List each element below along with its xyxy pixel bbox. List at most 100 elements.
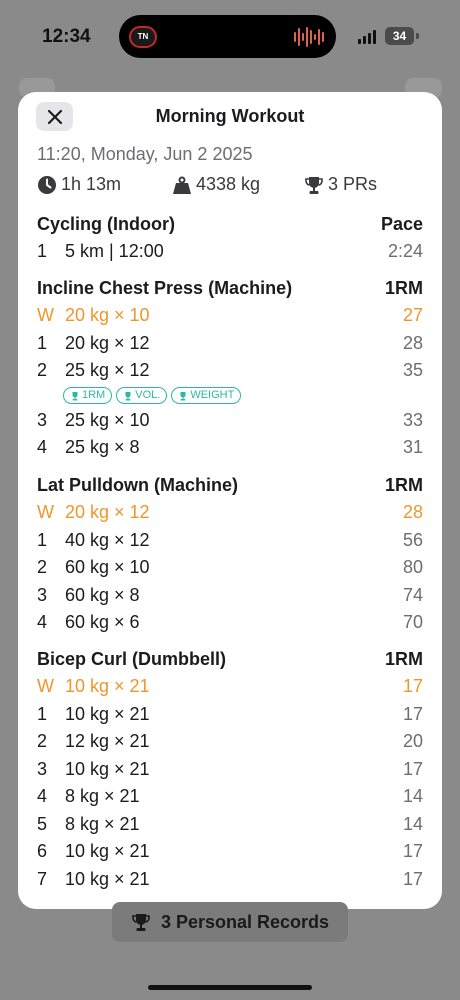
set-metric: 35 bbox=[402, 360, 423, 381]
set-metric: 17 bbox=[402, 703, 423, 724]
exercise-header: Bicep Curl (Dumbbell) 1RM bbox=[37, 646, 423, 673]
set-metric: 28 bbox=[402, 502, 423, 523]
set-row: 2 12 kg × 21 20 bbox=[37, 728, 423, 756]
stat-duration: 1h 13m bbox=[37, 174, 121, 195]
set-metric: 33 bbox=[402, 409, 423, 430]
exercise-name: Bicep Curl (Dumbbell) bbox=[37, 649, 227, 669]
set-description: 25 kg × 12 bbox=[65, 360, 150, 381]
set-metric: 80 bbox=[402, 557, 423, 578]
workout-datetime: 11:20, Monday, Jun 2 2025 bbox=[37, 144, 253, 164]
set-metric: 17 bbox=[402, 676, 423, 697]
set-description: 40 kg × 12 bbox=[65, 529, 150, 550]
set-row: 2 25 kg × 12 35 bbox=[37, 357, 423, 385]
set-description: 10 kg × 21 bbox=[65, 676, 150, 697]
audio-waveform-icon bbox=[294, 26, 324, 48]
set-number: 2 bbox=[37, 731, 48, 752]
exercise-metric-label: Pace bbox=[380, 214, 423, 234]
exercise-header: Incline Chest Press (Machine) 1RM bbox=[37, 275, 423, 302]
set-number: 3 bbox=[37, 584, 48, 605]
set-metric: 70 bbox=[402, 612, 423, 633]
set-number: W bbox=[37, 676, 54, 697]
set-description: 8 kg × 21 bbox=[65, 786, 140, 807]
battery-tip bbox=[416, 33, 419, 39]
exercise-header: Lat Pulldown (Machine) 1RM bbox=[37, 472, 423, 499]
stat-duration-value: 1h 13m bbox=[61, 174, 122, 194]
set-number: 5 bbox=[37, 813, 48, 834]
set-number: 4 bbox=[37, 786, 48, 807]
set-description: 60 kg × 6 bbox=[65, 612, 140, 633]
set-row: 6 10 kg × 21 17 bbox=[37, 838, 423, 866]
set-number: 3 bbox=[37, 758, 48, 779]
home-indicator[interactable] bbox=[148, 985, 312, 990]
status-bar: 12:34 TN 34 bbox=[0, 0, 460, 74]
exercise-metric-label: 1RM bbox=[384, 475, 423, 495]
set-metric: 27 bbox=[402, 305, 423, 326]
set-metric: 31 bbox=[402, 437, 423, 458]
modal-title: Morning Workout bbox=[155, 106, 305, 126]
exercise-metric-label: 1RM bbox=[384, 278, 423, 298]
set-metric: 2:24 bbox=[387, 241, 423, 262]
set-row: 4 25 kg × 8 31 bbox=[37, 434, 423, 462]
exercise-block: Incline Chest Press (Machine) 1RM W 20 k… bbox=[37, 275, 423, 462]
set-metric: 74 bbox=[402, 584, 423, 605]
warmup-set-row: W 20 kg × 12 28 bbox=[37, 499, 423, 527]
set-metric: 28 bbox=[402, 332, 423, 353]
set-metric: 56 bbox=[402, 529, 423, 550]
set-number: 6 bbox=[37, 841, 48, 862]
stat-prs-value: 3 PRs bbox=[328, 174, 378, 194]
set-row: 4 8 kg × 21 14 bbox=[37, 783, 423, 811]
set-row: 3 60 kg × 8 74 bbox=[37, 582, 423, 610]
set-row: 5 8 kg × 21 14 bbox=[37, 811, 423, 839]
trophy-icon bbox=[180, 391, 186, 400]
exercise-name: Cycling (Indoor) bbox=[37, 214, 175, 234]
exercise-name: Incline Chest Press (Machine) bbox=[37, 278, 293, 298]
close-button[interactable] bbox=[36, 102, 73, 131]
set-number: 4 bbox=[37, 437, 48, 458]
set-row: 2 60 kg × 10 80 bbox=[37, 554, 423, 582]
set-description: 8 kg × 21 bbox=[65, 813, 140, 834]
pr-badge-weight: WEIGHT bbox=[171, 387, 242, 404]
set-description: 10 kg × 21 bbox=[65, 868, 150, 889]
pr-badge-1rm: 1RM bbox=[63, 387, 113, 404]
set-description: 12 kg × 21 bbox=[65, 731, 150, 752]
set-row: 3 25 kg × 10 33 bbox=[37, 407, 423, 435]
set-description: 20 kg × 12 bbox=[65, 332, 150, 353]
exercise-block: Cycling (Indoor) Pace 1 5 km | 12:00 2:2… bbox=[37, 211, 423, 266]
pr-badge-label: VOL. bbox=[135, 389, 161, 401]
set-row: 4 60 kg × 6 70 bbox=[37, 609, 423, 637]
set-number: 1 bbox=[37, 529, 48, 550]
set-number: 1 bbox=[37, 241, 48, 262]
battery-icon: 34 bbox=[385, 27, 414, 45]
set-row: 1 10 kg × 21 17 bbox=[37, 701, 423, 729]
set-number: 2 bbox=[37, 557, 48, 578]
exercise-metric-label: 1RM bbox=[384, 649, 423, 669]
set-number: W bbox=[37, 502, 54, 523]
stat-volume-value: 4338 kg bbox=[196, 174, 261, 194]
exercise-header: Cycling (Indoor) Pace bbox=[37, 211, 423, 238]
stat-prs: 3 PRs bbox=[304, 174, 377, 195]
set-number: 1 bbox=[37, 703, 48, 724]
workout-summary-card: Morning Workout 11:20, Monday, Jun 2 202… bbox=[18, 92, 442, 909]
set-number: 2 bbox=[37, 360, 48, 381]
close-icon bbox=[47, 109, 62, 124]
set-row: 3 10 kg × 21 17 bbox=[37, 756, 423, 784]
warmup-set-row: W 10 kg × 21 17 bbox=[37, 673, 423, 701]
pr-badge-label: 1RM bbox=[82, 389, 106, 401]
trophy-icon bbox=[72, 391, 78, 400]
stat-volume: 4338 kg bbox=[172, 174, 260, 195]
status-time: 12:34 bbox=[42, 26, 91, 47]
set-metric: 14 bbox=[402, 813, 423, 834]
pr-badge-label: WEIGHT bbox=[190, 389, 235, 401]
cellular-signal-icon bbox=[358, 30, 376, 44]
trophy-icon bbox=[125, 391, 131, 400]
personal-records-label: 3 Personal Records bbox=[160, 911, 330, 932]
workout-stats: 1h 13m 4338 kg 3 PRs bbox=[37, 174, 427, 196]
set-number: 3 bbox=[37, 409, 48, 430]
personal-records-button[interactable]: 3 Personal Records bbox=[112, 902, 348, 942]
set-description: 5 km | 12:00 bbox=[65, 241, 164, 262]
warmup-set-row: W 20 kg × 10 27 bbox=[37, 302, 423, 330]
set-number: 7 bbox=[37, 868, 48, 889]
exercise-name: Lat Pulldown (Machine) bbox=[37, 475, 238, 495]
now-playing-artwork-icon: TN bbox=[129, 26, 157, 48]
dynamic-island[interactable]: TN bbox=[119, 15, 336, 58]
